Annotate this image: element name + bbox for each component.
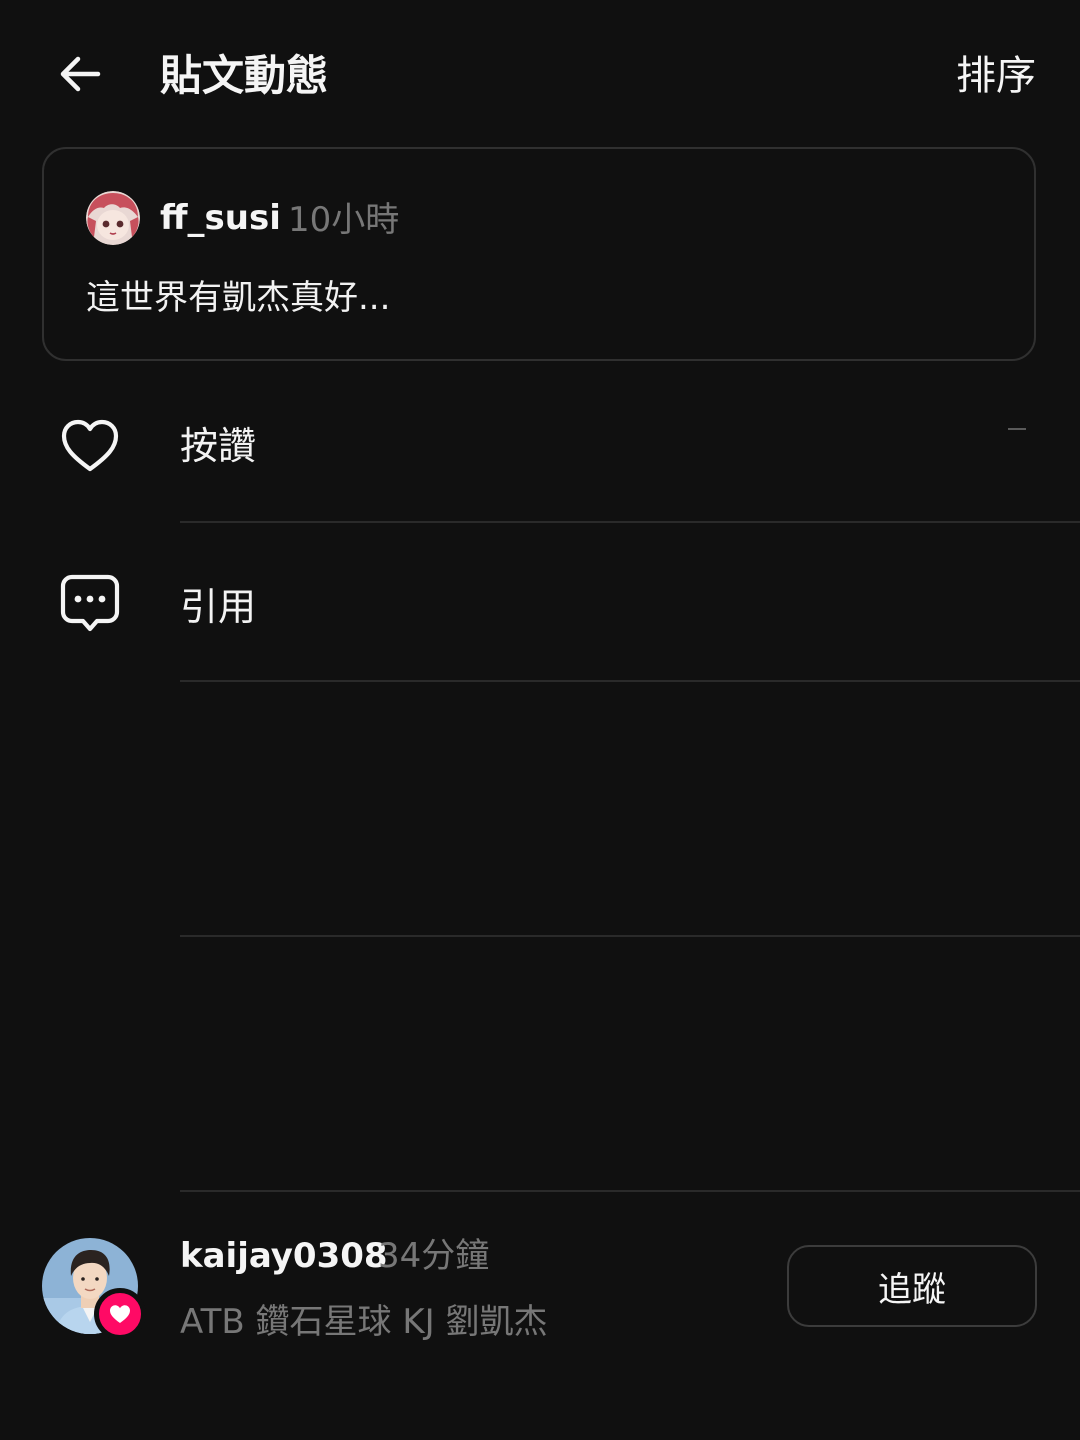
post-text: 這世界有凱杰真好... [86,278,391,318]
sort-button[interactable]: 排序 [956,46,1036,106]
post-author-username[interactable]: ff_susi [160,193,281,243]
liker-bio: ATB 鑽石星球 KJ 劉凱杰 [180,1302,548,1342]
post-card[interactable]: ff_susi 10小時 這世界有凱杰真好... [42,147,1036,361]
back-button[interactable] [52,48,108,104]
top-bar: 貼文動態 排序 [0,0,1080,150]
liker-timestamp: 34分鐘 [378,1236,490,1276]
arrow-left-icon [56,50,104,102]
heart-outline-icon [58,414,122,478]
likes-label: 按讚 [180,424,257,468]
post-author-avatar[interactable] [86,191,140,245]
follow-button[interactable]: 追蹤 [787,1245,1037,1327]
divider [180,935,1080,937]
liker-username[interactable]: kaijay0308 [180,1232,388,1280]
liker-row[interactable]: kaijay0308 34分鐘 ATB 鑽石星球 KJ 劉凱杰 追蹤 [0,1194,1080,1374]
quotes-row[interactable]: 引用 [0,523,1080,681]
page-title: 貼文動態 [160,51,329,100]
quotes-label: 引用 [180,585,257,629]
speech-bubble-ellipsis-icon [58,571,122,635]
likes-row[interactable]: 按讚 [0,384,1080,522]
divider-mark [1008,428,1026,430]
heart-badge-icon [94,1288,146,1340]
divider [180,680,1080,682]
post-timestamp: 10小時 [288,200,400,240]
divider [180,1190,1080,1192]
